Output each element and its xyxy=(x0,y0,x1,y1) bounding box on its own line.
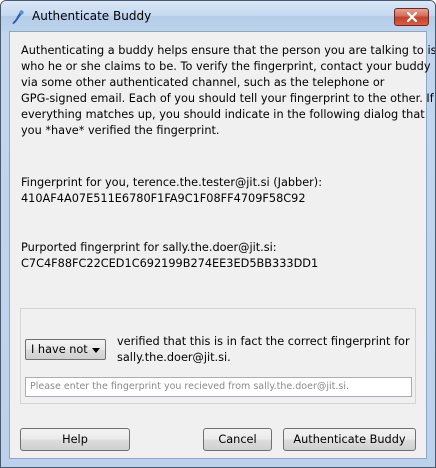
intro-line: everything matches up, you should indica… xyxy=(21,108,425,121)
help-button[interactable]: Help xyxy=(20,428,130,451)
own-fingerprint-label: Fingerprint for you, terence.the.tester@… xyxy=(21,176,323,189)
buddy-fingerprint-value: C7C4F88FC22CED1C692199B274EE3ED5BB333DD1 xyxy=(21,257,319,270)
verify-statement: verified that this is in fact the correc… xyxy=(117,335,410,348)
close-button[interactable] xyxy=(394,8,429,26)
window-title: Authenticate Buddy xyxy=(32,9,152,23)
close-icon xyxy=(407,12,417,22)
intro-line: GPG-signed email. Each of you should tel… xyxy=(21,92,434,105)
own-fingerprint-value: 410AF4A07E511E6780F1FA9C1F08FF4709F58C92 xyxy=(21,192,306,205)
fingerprint-input-placeholder: Please enter the fingerprint you recieve… xyxy=(30,381,349,392)
jitsi-app-icon xyxy=(10,9,26,25)
title-bar[interactable]: Authenticate Buddy xyxy=(1,1,435,31)
buddy-fingerprint-label: Purported fingerprint for sally.the.doer… xyxy=(21,241,277,254)
cancel-button[interactable]: Cancel xyxy=(203,428,272,451)
verification-status-value: I have not xyxy=(31,343,88,356)
intro-line: via some other authenticated channel, su… xyxy=(21,76,385,89)
authenticate-buddy-button[interactable]: Authenticate Buddy xyxy=(283,428,416,451)
intro-line: you *have* verified the fingerprint. xyxy=(21,124,220,137)
verify-buddy-id: sally.the.doer@jit.si. xyxy=(117,351,231,364)
dialog-content: Authenticating a buddy helps ensure that… xyxy=(9,31,435,459)
intro-line: Authenticating a buddy helps ensure that… xyxy=(21,44,436,57)
authenticate-buddy-window: Authenticate Buddy Authenticating a budd… xyxy=(0,0,436,468)
fingerprint-input[interactable]: Please enter the fingerprint you recieve… xyxy=(25,377,412,397)
intro-line: who he or she claims to be. To verify th… xyxy=(21,60,431,73)
chevron-down-icon xyxy=(92,348,100,353)
verification-status-select[interactable]: I have not xyxy=(25,339,106,360)
